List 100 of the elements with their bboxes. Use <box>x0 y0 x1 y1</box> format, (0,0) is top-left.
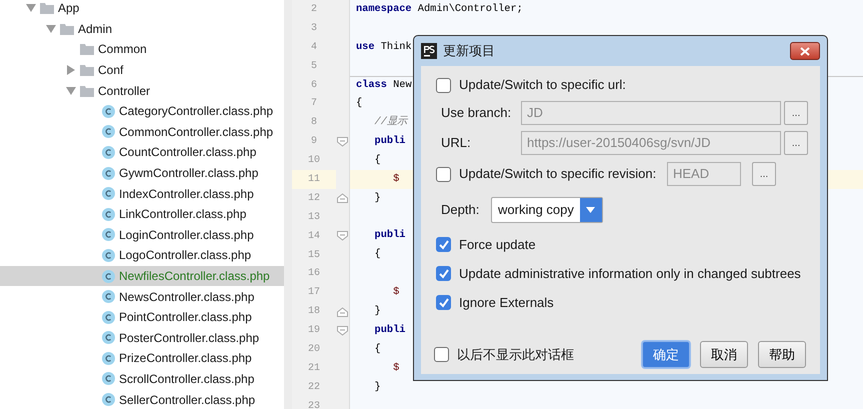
dialog-button[interactable]: 取消 <box>700 341 748 368</box>
close-icon <box>800 46 810 56</box>
code-line: { <box>374 152 381 168</box>
class-file-icon <box>102 125 115 138</box>
class-file-icon <box>102 270 115 283</box>
tree-item[interactable]: Conf <box>98 61 124 80</box>
tree-item[interactable]: PosterController.class.php <box>119 328 260 347</box>
checkbox[interactable] <box>436 266 451 281</box>
checkbox-label: Update/Switch to specific revision: <box>459 165 658 184</box>
tree-item[interactable]: GywmController.class.php <box>119 164 258 182</box>
code-line: $ <box>392 360 400 376</box>
class-file-icon <box>102 187 115 200</box>
line-number: 9 <box>310 135 318 150</box>
tree-item[interactable]: LinkController.class.php <box>119 205 246 224</box>
close-button[interactable] <box>790 42 820 60</box>
line-number: 20 <box>306 342 321 357</box>
line-number: 4 <box>310 40 318 55</box>
line-number: 15 <box>306 248 321 263</box>
depth-dropdown[interactable]: working copy <box>491 197 603 223</box>
field-label: URL: <box>441 134 472 152</box>
tree-item[interactable]: LogoController.class.php <box>119 246 252 264</box>
tree-item[interactable]: CountController.class.php <box>119 143 256 162</box>
folder-icon <box>80 84 94 97</box>
checkbox-label: Update administrative information only in changed subtrees <box>459 264 801 283</box>
tree-item[interactable]: ScrollController.class.php <box>119 370 254 388</box>
tree-item[interactable]: CategoryController.class.php <box>119 102 274 120</box>
tree-item[interactable]: LoginController.class.php <box>119 226 254 244</box>
tree-item[interactable]: Controller <box>98 82 150 100</box>
collapse-arrow-icon[interactable] <box>46 24 56 33</box>
class-file-icon <box>102 166 115 180</box>
line-number: 19 <box>306 324 321 338</box>
code-line: { <box>356 96 362 112</box>
line-number: 21 <box>306 362 321 376</box>
line-number: 6 <box>310 78 318 92</box>
line-number: 18 <box>306 305 321 320</box>
checkbox-label: Update/Switch to specific url: <box>459 76 626 94</box>
code-line: class New <box>356 78 412 93</box>
tree-item[interactable]: Admin <box>78 20 112 38</box>
code-line: { <box>374 342 381 357</box>
code-line: namespace Admin\Controller; <box>356 2 523 17</box>
line-number: 7 <box>310 97 318 112</box>
checkbox-label: 以后不显示此对话框 <box>457 346 574 364</box>
class-file-icon <box>102 310 115 324</box>
dialog-title: 更新项目 <box>443 42 495 60</box>
code-line: } <box>374 190 381 206</box>
checkbox[interactable] <box>436 237 451 252</box>
checkbox-label: Force update <box>459 236 536 254</box>
line-number: 22 <box>306 380 321 395</box>
line-number: 16 <box>306 267 321 282</box>
checkmark-icon <box>438 268 450 279</box>
line-number: 23 <box>306 400 321 409</box>
class-file-icon <box>102 146 115 159</box>
checkmark-icon <box>438 297 450 308</box>
checkbox[interactable] <box>436 78 451 92</box>
code-line: publi <box>374 134 406 149</box>
tree-item[interactable]: SellerController.class.php <box>119 390 256 409</box>
line-number: 14 <box>306 230 321 244</box>
tree-item[interactable]: PrizeController.class.php <box>119 349 252 368</box>
tree-item[interactable]: CommonController.class.php <box>119 122 274 141</box>
collapse-arrow-icon[interactable] <box>66 86 76 95</box>
line-number: 5 <box>310 60 318 74</box>
line-number: 10 <box>306 154 321 168</box>
folder-icon <box>40 2 54 14</box>
line-number: 11 <box>292 170 336 189</box>
line-number: 2 <box>310 2 318 17</box>
checkbox[interactable] <box>436 295 451 310</box>
dialog-button[interactable]: 帮助 <box>758 341 806 368</box>
line-number: 17 <box>306 286 321 300</box>
dialog-button[interactable]: 确定 <box>642 341 690 368</box>
class-file-icon <box>102 393 115 406</box>
code-line: //显示 <box>374 115 407 130</box>
code-line: publi <box>374 228 406 244</box>
class-file-icon <box>102 208 115 221</box>
class-file-icon <box>102 352 115 365</box>
line-number: 12 <box>306 192 321 206</box>
code-line: $ <box>392 172 400 187</box>
line-number: 13 <box>306 210 321 225</box>
line-number: 3 <box>310 22 318 36</box>
field-label: Depth: <box>441 201 480 220</box>
code-line: } <box>374 304 381 319</box>
code-line: { <box>374 247 381 262</box>
collapse-arrow-icon[interactable] <box>26 4 36 12</box>
tree-item[interactable]: NewsController.class.php <box>119 288 254 306</box>
code-line: } <box>374 380 381 395</box>
field-label: Use branch: <box>441 104 512 122</box>
class-file-icon <box>102 228 115 242</box>
checkbox-label: Ignore Externals <box>459 294 554 312</box>
class-file-icon <box>102 290 115 304</box>
tree-item[interactable]: PointController.class.php <box>119 308 252 326</box>
class-file-icon <box>102 248 115 262</box>
expand-arrow-icon[interactable] <box>66 65 74 76</box>
folder-icon <box>80 43 94 56</box>
tree-item[interactable]: App <box>58 0 80 18</box>
tree-item[interactable]: IndexController.class.php <box>119 184 254 203</box>
code-line: $ <box>392 285 400 300</box>
checkmark-icon <box>438 239 450 250</box>
tree-item[interactable]: Common <box>98 40 147 58</box>
folder-icon <box>80 64 94 76</box>
code-line: publi <box>374 322 406 338</box>
checkbox[interactable] <box>434 347 449 362</box>
